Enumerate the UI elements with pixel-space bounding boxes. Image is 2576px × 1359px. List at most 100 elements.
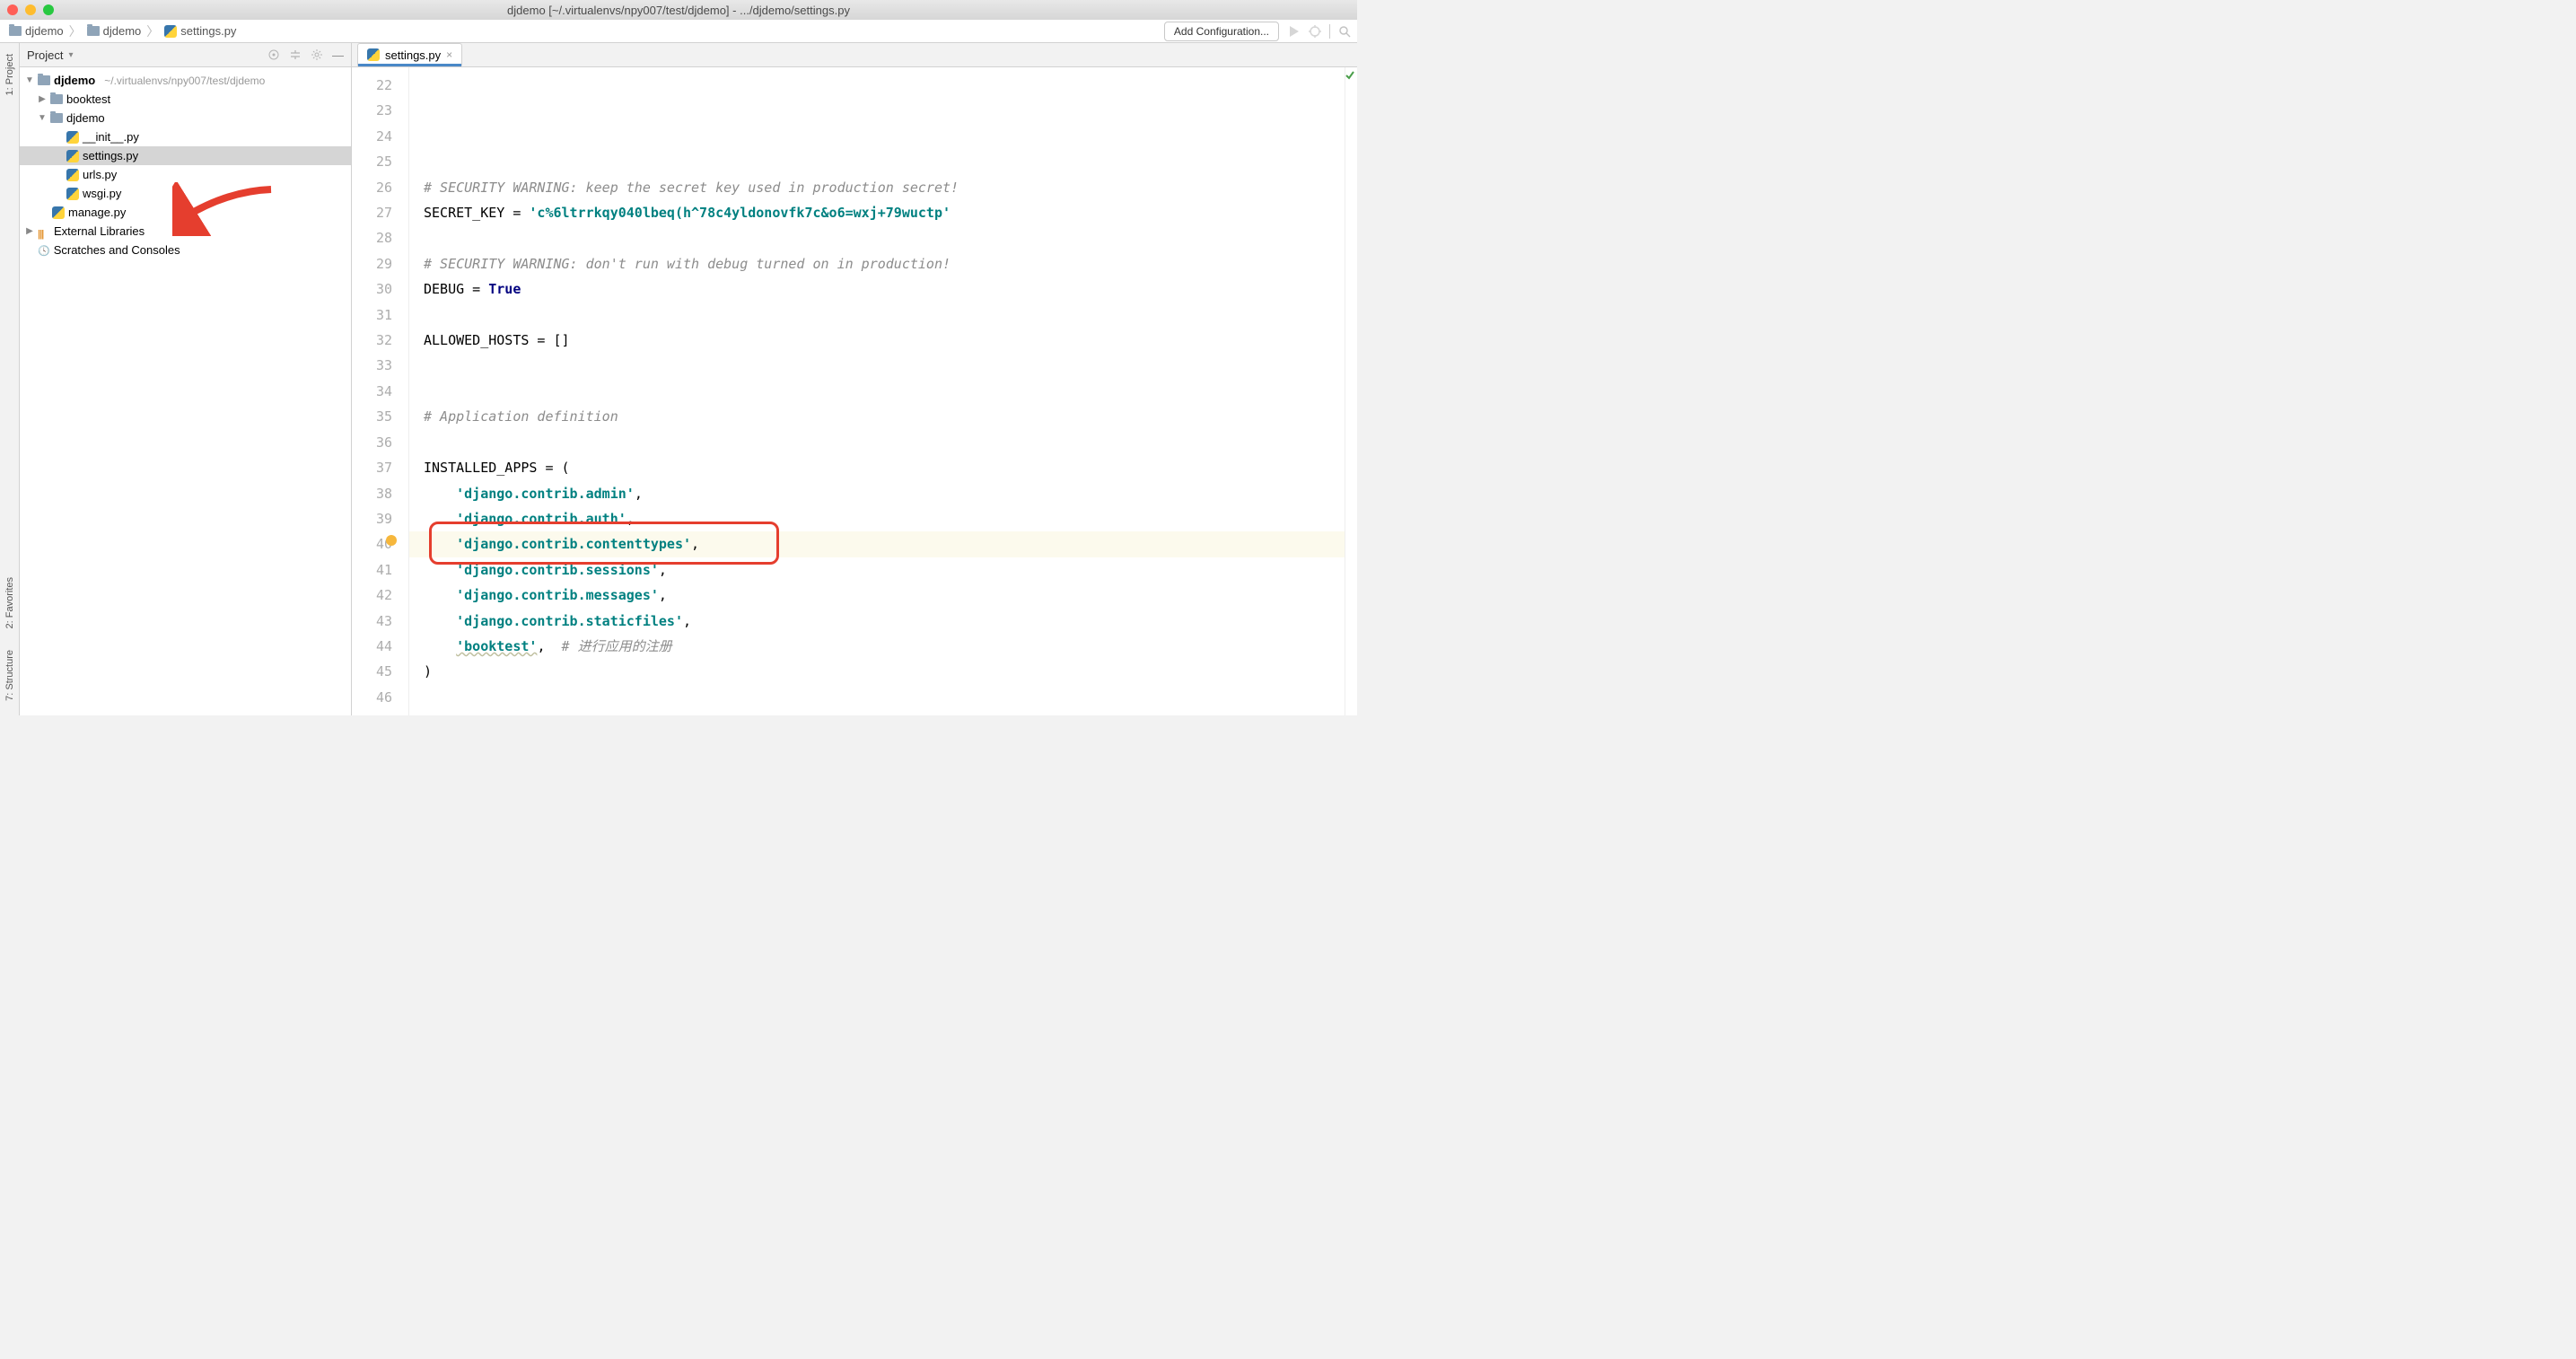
- main-area: 1: Project 2: Favorites 7: Structure Pro…: [0, 43, 1357, 715]
- expand-icon[interactable]: ▶: [38, 94, 47, 104]
- tree-item-label: Scratches and Consoles: [54, 243, 180, 257]
- editor-area: settings.py × 22 23 24 25 26 27 28 29 30…: [352, 43, 1357, 715]
- code-string: 'django.contrib.messages': [456, 587, 659, 603]
- line-number: 27: [352, 200, 392, 225]
- line-number: 40: [352, 531, 392, 557]
- project-tool-tab[interactable]: 1: Project: [3, 47, 17, 102]
- code-identifier: SECRET_KEY: [424, 205, 504, 221]
- folder-icon: [87, 26, 100, 36]
- window-controls: [7, 4, 54, 15]
- tab-label: settings.py: [385, 48, 441, 62]
- code-comment: # SECURITY WARNING: keep the secret key …: [424, 180, 959, 196]
- tree-folder-booktest[interactable]: ▶ booktest: [20, 90, 351, 109]
- favorites-tool-tab[interactable]: 2: Favorites: [3, 570, 17, 636]
- minimize-window-button[interactable]: [25, 4, 36, 15]
- breadcrumb-item-file[interactable]: settings.py: [161, 22, 240, 39]
- breadcrumb-label: settings.py: [180, 24, 236, 38]
- breadcrumb-item-project[interactable]: djdemo: [5, 22, 67, 39]
- code-keyword: True: [488, 281, 521, 297]
- code-operator: ): [424, 663, 432, 680]
- code-comment: # Application definition: [424, 408, 618, 425]
- expand-icon[interactable]: ▼: [25, 75, 34, 85]
- line-number: 28: [352, 225, 392, 250]
- line-number: 32: [352, 328, 392, 353]
- line-number: 25: [352, 149, 392, 174]
- tree-external-libraries[interactable]: ▶ External Libraries: [20, 222, 351, 241]
- project-panel-header: Project ▾ —: [20, 43, 351, 67]
- tree-file-init[interactable]: __init__.py: [20, 127, 351, 146]
- line-number: 33: [352, 353, 392, 378]
- code-string: 'django.contrib.staticfiles': [456, 613, 683, 629]
- locate-icon[interactable]: [267, 48, 280, 61]
- tree-item-label: wsgi.py: [83, 187, 121, 200]
- line-number: 42: [352, 583, 392, 608]
- code-comment: # SECURITY WARNING: don't run with debug…: [424, 256, 951, 272]
- toolbar-separator: [1329, 24, 1330, 39]
- code-identifier: DEBUG: [424, 281, 464, 297]
- project-tree[interactable]: ▼ djdemo ~/.virtualenvs/npy007/test/djde…: [20, 67, 351, 263]
- run-icon[interactable]: [1286, 24, 1301, 39]
- tree-file-manage[interactable]: manage.py: [20, 203, 351, 222]
- window-title: djdemo [~/.virtualenvs/npy007/test/djdem…: [507, 4, 850, 17]
- maximize-window-button[interactable]: [43, 4, 54, 15]
- collapse-all-icon[interactable]: [289, 48, 302, 61]
- expand-icon[interactable]: ▶: [25, 226, 34, 236]
- structure-tool-tab[interactable]: 7: Structure: [3, 643, 17, 708]
- folder-icon: [50, 113, 63, 123]
- debug-icon[interactable]: [1308, 24, 1322, 39]
- tree-file-wsgi[interactable]: wsgi.py: [20, 184, 351, 203]
- line-number: 45: [352, 659, 392, 684]
- tree-file-urls[interactable]: urls.py: [20, 165, 351, 184]
- folder-icon: [38, 75, 50, 85]
- code-comment: # 进行应用的注册: [562, 638, 672, 654]
- line-number: 36: [352, 430, 392, 455]
- dropdown-icon[interactable]: ▾: [68, 50, 73, 60]
- inspection-ok-icon[interactable]: [1345, 71, 1354, 80]
- hide-panel-icon[interactable]: —: [332, 48, 344, 62]
- close-window-button[interactable]: [7, 4, 18, 15]
- add-configuration-button[interactable]: Add Configuration...: [1164, 22, 1279, 41]
- code-identifier: INSTALLED_APPS: [424, 460, 537, 476]
- breadcrumb-item-package[interactable]: djdemo: [83, 22, 145, 39]
- code-operator: ,: [626, 511, 635, 527]
- close-tab-icon[interactable]: ×: [446, 48, 452, 61]
- python-file-icon: [66, 169, 79, 181]
- navbar-right: Add Configuration...: [1164, 22, 1352, 41]
- code-operator: = (: [537, 460, 569, 476]
- code-operator: ,: [537, 638, 561, 654]
- tree-item-path: ~/.virtualenvs/npy007/test/djdemo: [104, 75, 265, 87]
- project-panel: Project ▾ — ▼ djdemo ~/.virtualenvs/npy0…: [20, 43, 352, 715]
- code-editor[interactable]: # SECURITY WARNING: keep the secret key …: [409, 67, 1345, 715]
- line-number: 46: [352, 685, 392, 710]
- tree-item-label: urls.py: [83, 168, 117, 181]
- expand-icon[interactable]: ▼: [38, 113, 47, 123]
- settings-gear-icon[interactable]: [311, 48, 323, 61]
- python-file-icon: [66, 188, 79, 200]
- search-everywhere-icon[interactable]: [1337, 24, 1352, 39]
- editor-tab-settings[interactable]: settings.py ×: [357, 43, 462, 66]
- inspection-gutter: [1345, 67, 1357, 715]
- code-content: # SECURITY WARNING: keep the secret key …: [424, 175, 1345, 715]
- library-icon: [38, 226, 50, 237]
- code-operator: ,: [659, 587, 667, 603]
- editor-tabs: settings.py ×: [352, 43, 1357, 67]
- tree-folder-djdemo[interactable]: ▼ djdemo: [20, 109, 351, 127]
- line-number: 35: [352, 404, 392, 429]
- ide-window: djdemo [~/.virtualenvs/npy007/test/djdem…: [0, 0, 1357, 715]
- project-panel-tools: —: [267, 48, 344, 62]
- code-string: 'c%6ltrrkqy040lbeq(h^78c4yldonovfk7c&o6=…: [529, 205, 951, 221]
- tree-project-root[interactable]: ▼ djdemo ~/.virtualenvs/npy007/test/djde…: [20, 71, 351, 90]
- line-number: 34: [352, 379, 392, 404]
- tree-scratches[interactable]: ▶ Scratches and Consoles: [20, 241, 351, 259]
- tree-file-settings[interactable]: settings.py: [20, 146, 351, 165]
- tree-item-label: __init__.py: [83, 130, 139, 144]
- line-number: 24: [352, 124, 392, 149]
- line-number: 30: [352, 276, 392, 302]
- code-operator: =: [464, 281, 488, 297]
- code-operator: =: [504, 205, 529, 221]
- scratch-icon: [38, 243, 50, 257]
- breadcrumb-label: djdemo: [25, 24, 64, 38]
- code-operator: ,: [659, 562, 667, 578]
- tree-item-label: External Libraries: [54, 224, 145, 238]
- code-string: 'django.contrib.sessions': [456, 562, 659, 578]
